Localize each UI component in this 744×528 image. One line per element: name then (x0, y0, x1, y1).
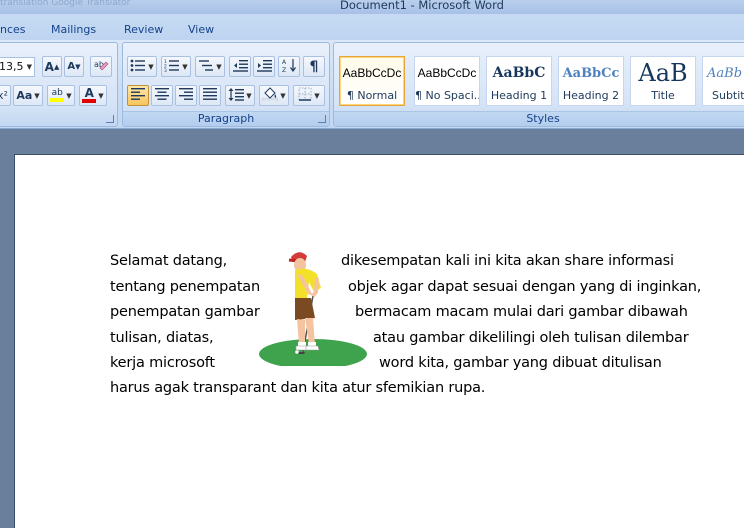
borders-button[interactable]: ▼ (293, 85, 325, 106)
text-line-5-left: kerja microsoft (110, 355, 215, 371)
font-size-combo[interactable]: 13,5 ▼ (0, 57, 35, 77)
numbering-icon: 123 (164, 59, 180, 75)
grow-font-button[interactable]: A ▲ (42, 56, 62, 77)
paragraph-dialog-launcher-icon[interactable] (318, 115, 326, 123)
font-color-button[interactable]: A ▼ (79, 85, 107, 106)
clear-formatting-icon: ab (93, 58, 109, 75)
style-title-label: Title (651, 89, 675, 102)
style-heading-2[interactable]: AaBbCc Heading 2 (558, 56, 624, 106)
tab-review[interactable]: Review (124, 23, 163, 36)
paint-bucket-icon (262, 87, 279, 104)
svg-text:A: A (282, 59, 287, 66)
paragraph-group-label: Paragraph (123, 111, 329, 126)
window-title: Document1 - Microsoft Word (340, 0, 504, 12)
font-size-value: 13,5 (0, 60, 24, 73)
font-color-icon: A (82, 87, 97, 103)
numbering-button[interactable]: 123 ▼ (161, 56, 191, 77)
shrink-font-button[interactable]: A ▼ (64, 56, 84, 77)
tab-references[interactable]: nces (0, 23, 26, 36)
line-spacing-button[interactable]: ▼ (225, 85, 255, 106)
grow-font-icon: A (44, 59, 54, 74)
style-normal-sample: AaBbCcDc (342, 66, 402, 80)
borders-icon (298, 87, 312, 104)
align-right-button[interactable] (175, 85, 197, 106)
decrease-indent-icon (232, 59, 248, 75)
sort-icon: AZ (282, 58, 297, 76)
style-no-spacing-sample: AaBbCcDc (417, 66, 477, 80)
pilcrow-icon: ¶ (309, 58, 319, 75)
style-title-sample: AaB (638, 59, 688, 87)
align-center-icon (155, 88, 169, 103)
font-group: 13,5 ▼ A ▲ A ▼ ab x² Aa ▼ ab ▼ A ▼ (0, 42, 118, 127)
text-line-3-left: penempatan gambar (110, 304, 260, 320)
shading-button[interactable]: ▼ (259, 85, 289, 106)
style-title[interactable]: AaB Title (630, 56, 696, 106)
style-no-spacing[interactable]: AaBbCcDc ¶ No Spaci... (414, 56, 480, 106)
change-case-button[interactable]: Aa ▼ (13, 85, 43, 106)
styles-group-label: Styles (334, 111, 744, 126)
title-bar: translation Google Translator Document1 … (0, 0, 744, 14)
align-left-icon (131, 88, 145, 103)
style-heading-2-label: Heading 2 (562, 89, 620, 102)
document-workspace: Selamat datang, dikesempatan kali ini ki… (0, 129, 744, 528)
change-case-icon: Aa (16, 89, 33, 102)
show-formatting-marks-button[interactable]: ¶ (303, 56, 325, 77)
text-line-6: harus agak transparant dan kita atur sfe… (110, 380, 486, 396)
multilevel-list-icon (198, 59, 214, 75)
style-no-spacing-label: ¶ No Spaci... (415, 89, 480, 102)
clear-formatting-button[interactable]: ab (90, 56, 112, 77)
tab-mailings[interactable]: Mailings (51, 23, 96, 36)
superscript-icon: x² (0, 89, 8, 102)
styles-group: AaBbCcDc ¶ Normal AaBbCcDc ¶ No Spaci...… (333, 42, 744, 127)
style-subtitle[interactable]: AaBb Subtit (702, 56, 744, 106)
align-center-button[interactable] (151, 85, 173, 106)
increase-indent-button[interactable] (253, 56, 275, 77)
style-subtitle-sample: AaBb (707, 65, 743, 81)
shrink-font-icon: A (67, 61, 76, 72)
text-line-1-left: Selamat datang, (110, 253, 228, 269)
style-subtitle-label: Subtit (712, 89, 744, 102)
ribbon: 13,5 ▼ A ▲ A ▼ ab x² Aa ▼ ab ▼ A ▼ ▼ 1 2… (0, 40, 744, 129)
style-heading-1[interactable]: AaBbC Heading 1 (486, 56, 552, 106)
justify-icon (203, 88, 217, 103)
style-heading-1-sample: AaBbC (492, 65, 546, 81)
text-line-2-right: objek agar dapat sesuai dengan yang di i… (348, 279, 702, 295)
svg-text:Z: Z (282, 67, 286, 73)
paragraph-group: ▼ 123 ▼ ▼ AZ ¶ ▼ ▼ ▼ Paragraph (122, 42, 330, 127)
justify-button[interactable] (199, 85, 221, 106)
bullets-button[interactable]: ▼ (127, 56, 157, 77)
text-line-3-right: bermacam macam mulai dari gambar dibawah (355, 304, 688, 320)
superscript-button[interactable]: x² (0, 85, 11, 106)
increase-indent-icon (256, 59, 272, 75)
text-line-2-left: tentang penempatan (110, 279, 260, 295)
line-spacing-icon (228, 87, 245, 104)
sort-button[interactable]: AZ (278, 56, 300, 77)
text-line-1-right: dikesempatan kali ini kita akan share in… (341, 253, 674, 269)
text-line-4-left: tulisan, diatas, (110, 330, 214, 346)
style-heading-2-sample: AaBbCc (562, 65, 620, 81)
document-page[interactable]: Selamat datang, dikesempatan kali ini ki… (14, 154, 744, 528)
highlight-color-button[interactable]: ab ▼ (47, 85, 75, 106)
svg-text:3: 3 (164, 68, 167, 72)
text-line-5-right: word kita, gambar yang dibuat ditulisan (379, 355, 662, 371)
decrease-indent-button[interactable] (229, 56, 251, 77)
style-heading-1-label: Heading 1 (490, 89, 548, 102)
faded-tab-text: translation Google Translator (0, 0, 131, 8)
tab-view[interactable]: View (188, 23, 214, 36)
highlighter-icon: ab (50, 89, 65, 102)
bullets-icon (130, 59, 146, 75)
style-normal[interactable]: AaBbCcDc ¶ Normal (339, 56, 405, 106)
font-dialog-launcher-icon[interactable] (106, 115, 114, 123)
style-normal-label: ¶ Normal (346, 89, 398, 102)
align-right-icon (179, 88, 193, 103)
multilevel-list-button[interactable]: ▼ (195, 56, 225, 77)
text-line-4-right: atau gambar dikelilingi oleh tulisan dil… (373, 330, 689, 346)
align-left-button[interactable] (127, 85, 149, 106)
